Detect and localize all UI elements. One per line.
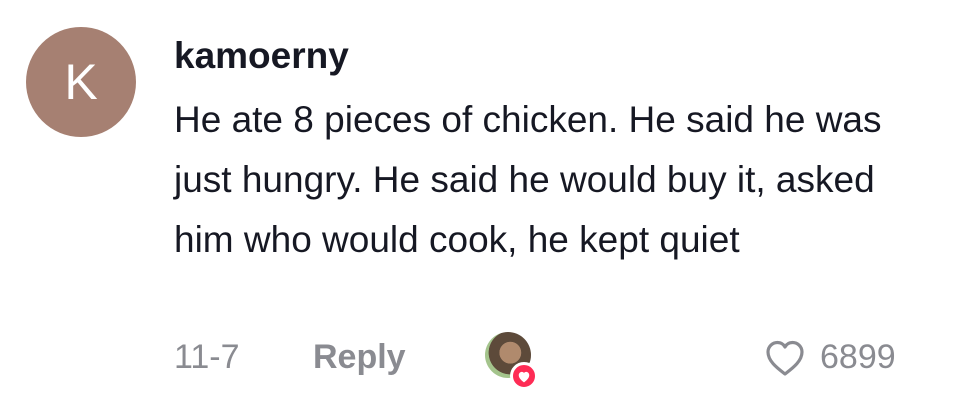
comment-footer: 11-7 Reply 6899 <box>174 332 919 390</box>
avatar[interactable]: K <box>26 27 136 137</box>
comment-text: He ate 8 pieces of chicken. He said he w… <box>174 99 882 260</box>
comment-content: kamoerny He ate 8 pieces of chicken. He … <box>174 28 914 270</box>
avatar-letter: K <box>64 54 98 110</box>
heart-outline-icon[interactable] <box>764 338 806 378</box>
heart-icon <box>510 362 538 390</box>
comment-date: 11-7 <box>174 338 240 376</box>
like-count: 6899 <box>820 338 896 376</box>
reply-button[interactable]: Reply <box>313 338 406 377</box>
comment-item: K kamoerny He ate 8 pieces of chicken. H… <box>0 0 960 418</box>
username[interactable]: kamoerny <box>174 28 914 84</box>
